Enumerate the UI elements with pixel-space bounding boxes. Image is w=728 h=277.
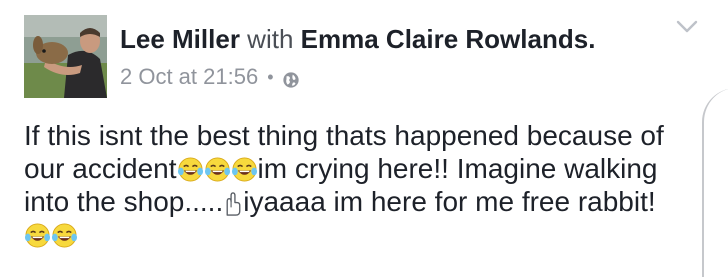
post-meta: 2 Oct at 21:56 • — [120, 63, 300, 91]
with-text: with — [247, 24, 294, 54]
tears-of-joy-emoji-icon — [177, 156, 204, 183]
post-line-4 — [24, 218, 694, 251]
facebook-post: Lee Miller with Emma Claire Rowlands. 2 … — [0, 0, 728, 277]
avatar[interactable] — [24, 15, 107, 98]
post-line-3: into the shop..... iyaaaa im here for me … — [24, 185, 694, 218]
meta-separator: • — [267, 67, 274, 87]
post-text-segment: iyaaaa im here for me free rabbit! — [243, 186, 656, 217]
profile-photo — [24, 15, 107, 98]
post-text-segment: If this isnt the best thing thats happen… — [24, 120, 664, 151]
author-name[interactable]: Lee Miller — [120, 24, 240, 54]
post-text-segment: our accident — [24, 153, 177, 184]
post-header: Lee Miller with Emma Claire Rowlands. — [120, 24, 595, 54]
raised-fingers-icon — [223, 190, 243, 217]
post-text-segment: im crying here!! Imagine walking — [257, 153, 658, 184]
globe-icon[interactable] — [282, 68, 300, 88]
post-line-1: If this isnt the best thing thats happen… — [24, 119, 694, 152]
tagged-user-name[interactable]: Emma Claire Rowlands. — [301, 24, 596, 54]
device-edge — [702, 88, 728, 277]
tears-of-joy-emoji-icon — [231, 156, 258, 183]
tears-of-joy-emoji-icon — [204, 156, 231, 183]
post-timestamp[interactable]: 2 Oct at 21:56 — [120, 63, 258, 91]
tears-of-joy-emoji-icon — [24, 222, 51, 249]
post-text-segment: into the shop..... — [24, 186, 224, 217]
post-text: If this isnt the best thing thats happen… — [24, 119, 694, 251]
chevron-down-icon[interactable] — [676, 20, 698, 34]
tears-of-joy-emoji-icon — [51, 222, 78, 249]
post-line-2: our accident im crying here!! Imagine wal… — [24, 152, 694, 185]
